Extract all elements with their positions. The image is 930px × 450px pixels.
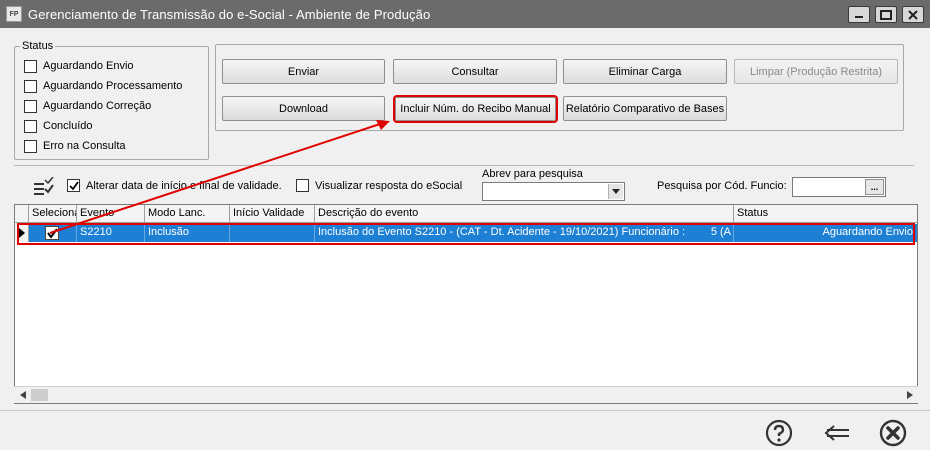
eliminar-carga-button[interactable]: Eliminar Carga — [563, 59, 727, 84]
status-aguardando-envio[interactable]: Aguardando Envio — [24, 56, 182, 76]
alterar-data-checkbox[interactable] — [67, 179, 80, 192]
status-checkbox[interactable] — [24, 59, 37, 73]
close-icon — [908, 9, 918, 20]
status-label: Concluído — [43, 120, 93, 132]
column-header-evento[interactable]: Evento — [77, 205, 145, 223]
back-arrow-icon — [824, 425, 849, 441]
status-checkbox[interactable] — [24, 119, 37, 133]
events-grid[interactable]: Seleciona Evento Modo Lanc. Início Valid… — [14, 204, 918, 404]
relatorio-comparativo-button[interactable]: Relatório Comparativo de Bases — [563, 96, 727, 121]
pesquisa-lookup-button[interactable]: ... — [865, 179, 884, 195]
scroll-right-button[interactable] — [901, 387, 918, 403]
select-all-button[interactable] — [30, 175, 56, 199]
dropdown-button[interactable] — [608, 184, 623, 199]
maximize-button[interactable] — [875, 6, 897, 23]
alterar-data-label: Alterar data de início e final de valida… — [86, 179, 282, 192]
download-button[interactable]: Download — [222, 96, 385, 121]
column-header-seleciona[interactable]: Seleciona — [29, 205, 77, 223]
check-icon — [68, 180, 79, 190]
window-titlebar: FP Gerenciamento de Transmissão do e-Soc… — [0, 0, 930, 28]
status-checkbox[interactable] — [24, 99, 37, 113]
cell-seleciona[interactable] — [29, 224, 77, 242]
app-icon: FP — [6, 6, 22, 22]
visualizar-resposta-option[interactable]: Visualizar resposta do eSocial — [296, 179, 462, 192]
window-controls — [848, 6, 924, 23]
status-label: Aguardando Processamento — [43, 80, 183, 92]
status-checkbox[interactable] — [24, 79, 37, 93]
cell-descricao-text: Inclusão do Evento S2210 - (CAT - Dt. Ac… — [318, 226, 686, 238]
visualizar-resposta-label: Visualizar resposta do eSocial — [315, 179, 463, 192]
close-circle-icon — [879, 419, 907, 447]
cell-modo-lanc: Inclusão — [145, 224, 230, 242]
check-icon — [46, 227, 58, 239]
pesquisa-cod-funcio-input[interactable]: ... — [792, 177, 886, 197]
visualizar-resposta-checkbox[interactable] — [296, 179, 309, 192]
cell-descricao-extra: 5 (A — [710, 226, 731, 238]
minimize-icon — [855, 15, 863, 18]
filter-toolbar: Alterar data de início e final de valida… — [14, 168, 914, 206]
abrev-pesquisa-select[interactable] — [482, 182, 625, 201]
chevron-right-icon — [906, 391, 913, 399]
close-button[interactable] — [902, 6, 924, 23]
status-concluido[interactable]: Concluído — [24, 116, 182, 136]
status-label: Aguardando Envio — [43, 60, 134, 72]
consultar-button[interactable]: Consultar — [393, 59, 557, 84]
enviar-button[interactable]: Enviar — [222, 59, 385, 84]
status-checkbox[interactable] — [24, 139, 37, 153]
back-button[interactable] — [822, 418, 852, 448]
pesquisa-cod-funcio-label: Pesquisa por Cód. Funcio: — [657, 180, 787, 192]
status-legend: Status — [20, 40, 56, 52]
cell-inicio-validade — [230, 224, 315, 242]
chevron-down-icon — [612, 188, 620, 194]
limpar-producao-restrita-button[interactable]: Limpar (Produção Restrita) — [734, 59, 898, 84]
horizontal-scrollbar[interactable] — [14, 386, 918, 403]
alterar-data-option[interactable]: Alterar data de início e final de valida… — [67, 179, 282, 192]
cell-evento: S2210 — [77, 224, 145, 242]
scroll-left-button[interactable] — [14, 387, 31, 403]
status-aguardando-correcao[interactable]: Aguardando Correção — [24, 96, 182, 116]
column-header-descricao[interactable]: Descrição do evento — [315, 205, 734, 223]
column-header-status[interactable]: Status — [734, 205, 917, 223]
current-row-indicator — [15, 224, 29, 242]
column-header-inicio-validade[interactable]: Início Validade — [230, 205, 315, 223]
status-erro-consulta[interactable]: Erro na Consulta — [24, 136, 182, 156]
grid-header-indicator — [15, 205, 29, 223]
maximize-icon — [880, 9, 892, 20]
minimize-button[interactable] — [848, 6, 870, 23]
status-aguardando-processamento[interactable]: Aguardando Processamento — [24, 76, 182, 96]
footer-divider — [0, 410, 930, 411]
table-row[interactable]: S2210 Inclusão Inclusão do Evento S2210 … — [15, 224, 917, 242]
status-list: Aguardando Envio Aguardando Processament… — [24, 56, 182, 156]
window-title: Gerenciamento de Transmissão do e-Social… — [28, 6, 431, 22]
incluir-recibo-manual-button[interactable]: Incluir Núm. do Recibo Manual — [393, 95, 558, 123]
row-pointer-icon — [18, 228, 25, 238]
column-header-modo-lanc[interactable]: Modo Lanc. — [145, 205, 230, 223]
status-label: Aguardando Correção — [43, 100, 152, 112]
help-button[interactable] — [764, 418, 794, 448]
scroll-thumb[interactable] — [31, 389, 48, 401]
grid-header: Seleciona Evento Modo Lanc. Início Valid… — [15, 205, 917, 223]
abrev-pesquisa-label: Abrev para pesquisa — [482, 168, 583, 180]
chevron-left-icon — [19, 391, 26, 399]
row-select-checkbox[interactable] — [45, 226, 59, 240]
section-divider — [14, 165, 914, 166]
cell-status: Aguardando Envio — [822, 226, 913, 238]
question-circle-icon — [765, 419, 793, 447]
checklist-icon — [34, 177, 54, 195]
status-label: Erro na Consulta — [43, 140, 126, 152]
cell-descricao: Inclusão do Evento S2210 - (CAT - Dt. Ac… — [315, 224, 734, 242]
exit-button[interactable] — [878, 418, 908, 448]
